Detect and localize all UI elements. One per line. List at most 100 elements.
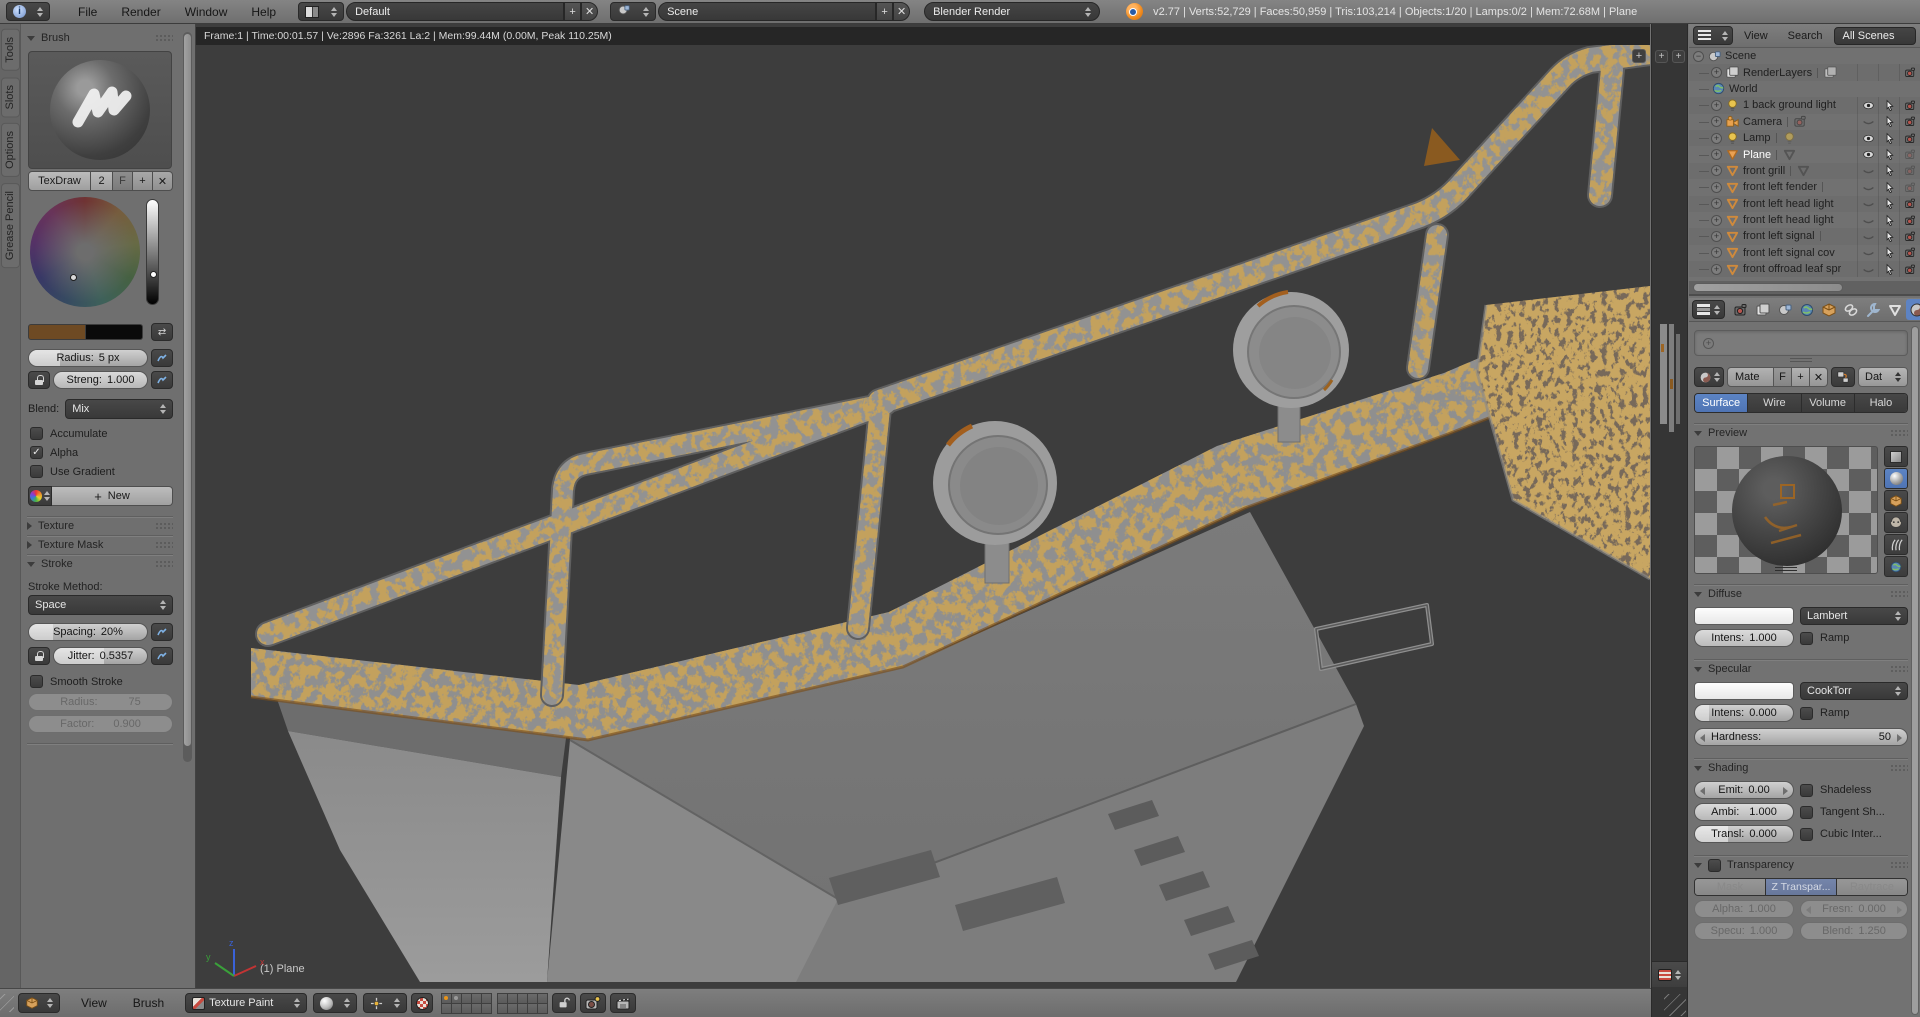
tab-object[interactable] [1818,299,1839,320]
list-resize-grip[interactable] [1790,358,1812,362]
specular-color-swatch[interactable] [1694,682,1794,700]
visibility-toggle[interactable] [1857,228,1878,245]
render-toggle[interactable] [1899,179,1920,196]
use-gradient-checkbox[interactable]: Use Gradient [30,465,173,478]
outliner-row-plane[interactable]: + Plane [1689,146,1920,163]
specular-panel-header[interactable]: Specular [1694,660,1908,678]
outliner-row-lamp[interactable]: + Lamp [1689,129,1920,147]
tab-modifiers[interactable] [1862,299,1883,320]
region-corner-grip[interactable] [0,994,14,1012]
tangent-shading-checkbox[interactable]: Tangent Sh... [1800,805,1885,819]
tab-grease-pencil[interactable]: Grease Pencil [0,183,20,269]
selectability-toggle[interactable] [1878,179,1899,196]
accumulate-checkbox[interactable]: Accumulate [30,427,173,440]
preview-resize-grip[interactable] [1775,567,1797,571]
checkbox-box[interactable] [1708,858,1721,872]
expand-icon[interactable]: + [1711,247,1722,259]
shadeless-checkbox[interactable]: Shadeless [1800,783,1871,797]
mode-z-transparency[interactable]: Z Transpar... [1766,879,1837,895]
outliner-row-camera[interactable]: + Camera [1689,113,1920,130]
selectability-toggle[interactable] [1878,129,1899,147]
visibility-toggle[interactable] [1857,211,1878,229]
visibility-toggle[interactable] [1857,146,1878,163]
color-wheel[interactable] [30,197,140,307]
expand-icon[interactable]: + [1711,263,1722,275]
specular-intensity-slider[interactable]: Intens: 0.000 [1694,704,1794,722]
render-toggle[interactable] [1899,129,1920,147]
preview-hair-button[interactable] [1884,534,1908,555]
mode-mask[interactable]: Mask [1695,879,1766,895]
brush-preview[interactable] [28,51,172,169]
texture-display-toggle[interactable] [411,993,434,1013]
browse-texture-dropdown[interactable] [28,486,52,506]
color-wheel-cursor[interactable] [69,274,77,281]
strength-lock-button[interactable] [28,371,50,389]
collapsed-editor-strip[interactable]: + + [1651,24,1688,1017]
tab-render-layers[interactable] [1752,299,1773,320]
checkbox-box[interactable] [1800,827,1813,841]
checkbox-box[interactable] [1800,783,1813,797]
mode-raytrace[interactable]: Raytrace [1837,879,1907,895]
cubic-interpolation-checkbox[interactable]: Cubic Inter... [1800,827,1882,841]
collapse-icon[interactable]: − [1693,50,1704,62]
mode-wire[interactable]: Wire [1748,394,1802,412]
radius-slider[interactable]: Radius: 5 px [28,349,148,367]
tab-render[interactable] [1730,299,1751,320]
render-toggle[interactable] [1899,244,1920,262]
spacing-pressure-button[interactable] [151,623,173,641]
checkbox-box[interactable] [1800,805,1813,819]
new-button[interactable]: + New [52,486,173,506]
preview-sphere-button[interactable] [1884,468,1908,489]
outliner-row-renderlayers[interactable]: + RenderLayers [1689,64,1920,81]
texture-panel-header[interactable]: Texture [27,517,173,535]
outliner-row-front-left-signal[interactable]: + front left signal [1689,228,1920,245]
menu-window[interactable]: Window [173,5,240,19]
selectability-toggle[interactable] [1878,113,1899,130]
blend-mode-dropdown[interactable]: Mix [65,399,173,419]
jitter-slider[interactable]: Jitter: 0.5357 [53,647,148,665]
selectability-toggle[interactable] [1878,261,1899,278]
outliner-row-front-left-fender[interactable]: + front left fender [1689,179,1920,196]
pivot-point-dropdown[interactable] [363,993,408,1013]
spacing-slider[interactable]: Spacing: 20% [28,623,148,641]
transparency-enable-checkbox[interactable] [1708,858,1721,872]
outliner-menu-search[interactable]: Search [1779,30,1832,42]
slider-left-arrow-icon[interactable] [1700,787,1705,795]
screen-layout-name-field[interactable]: Default [346,2,565,21]
expand-icon[interactable]: + [1711,165,1722,177]
selectability-toggle[interactable] [1878,244,1899,262]
properties-scrollbar[interactable] [1911,326,1919,1015]
shading-panel-header[interactable]: Shading [1694,759,1908,777]
render-toggle[interactable] [1899,97,1920,114]
checkbox-box[interactable] [30,465,43,478]
visibility-toggle[interactable] [1857,162,1878,180]
screen-layout-selector[interactable] [298,2,345,21]
tab-data[interactable] [1884,299,1905,320]
outliner-row-background-light[interactable]: + 1 back ground light [1689,97,1920,114]
material-unlink-button[interactable]: ✕ [1810,367,1828,387]
brush-users-button[interactable]: 2 [91,171,113,191]
radius-pressure-button[interactable] [151,349,173,367]
expand-icon[interactable]: + [1711,181,1722,193]
checkbox-box[interactable] [30,427,43,440]
brush-fake-user-button[interactable]: F [113,171,133,191]
material-name-field[interactable]: Mate [1727,367,1774,387]
stroke-method-dropdown[interactable]: Space [28,595,173,615]
outliner-hscroll-thumb[interactable] [1693,283,1843,292]
delete-layout-button[interactable]: ✕ [581,2,599,21]
expand-icon[interactable]: + [1711,99,1722,111]
brush-add-button[interactable]: + [133,171,153,191]
expand-icon[interactable]: + [1711,214,1722,226]
visibility-toggle[interactable] [1857,244,1878,262]
lock-to-scene-button[interactable] [552,993,577,1013]
expand-icon[interactable]: + [1711,198,1722,210]
selectability-toggle[interactable] [1878,211,1899,229]
scene-selector[interactable] [610,2,657,21]
expand-icon[interactable]: + [1711,149,1722,161]
expand-icon[interactable]: + [1711,230,1722,242]
tab-scene[interactable] [1774,299,1795,320]
region-resize-grip[interactable] [1664,994,1686,1016]
expand-icon[interactable]: + [1711,116,1722,128]
render-toggle[interactable] [1899,211,1920,229]
render-toggle[interactable] [1899,113,1920,130]
